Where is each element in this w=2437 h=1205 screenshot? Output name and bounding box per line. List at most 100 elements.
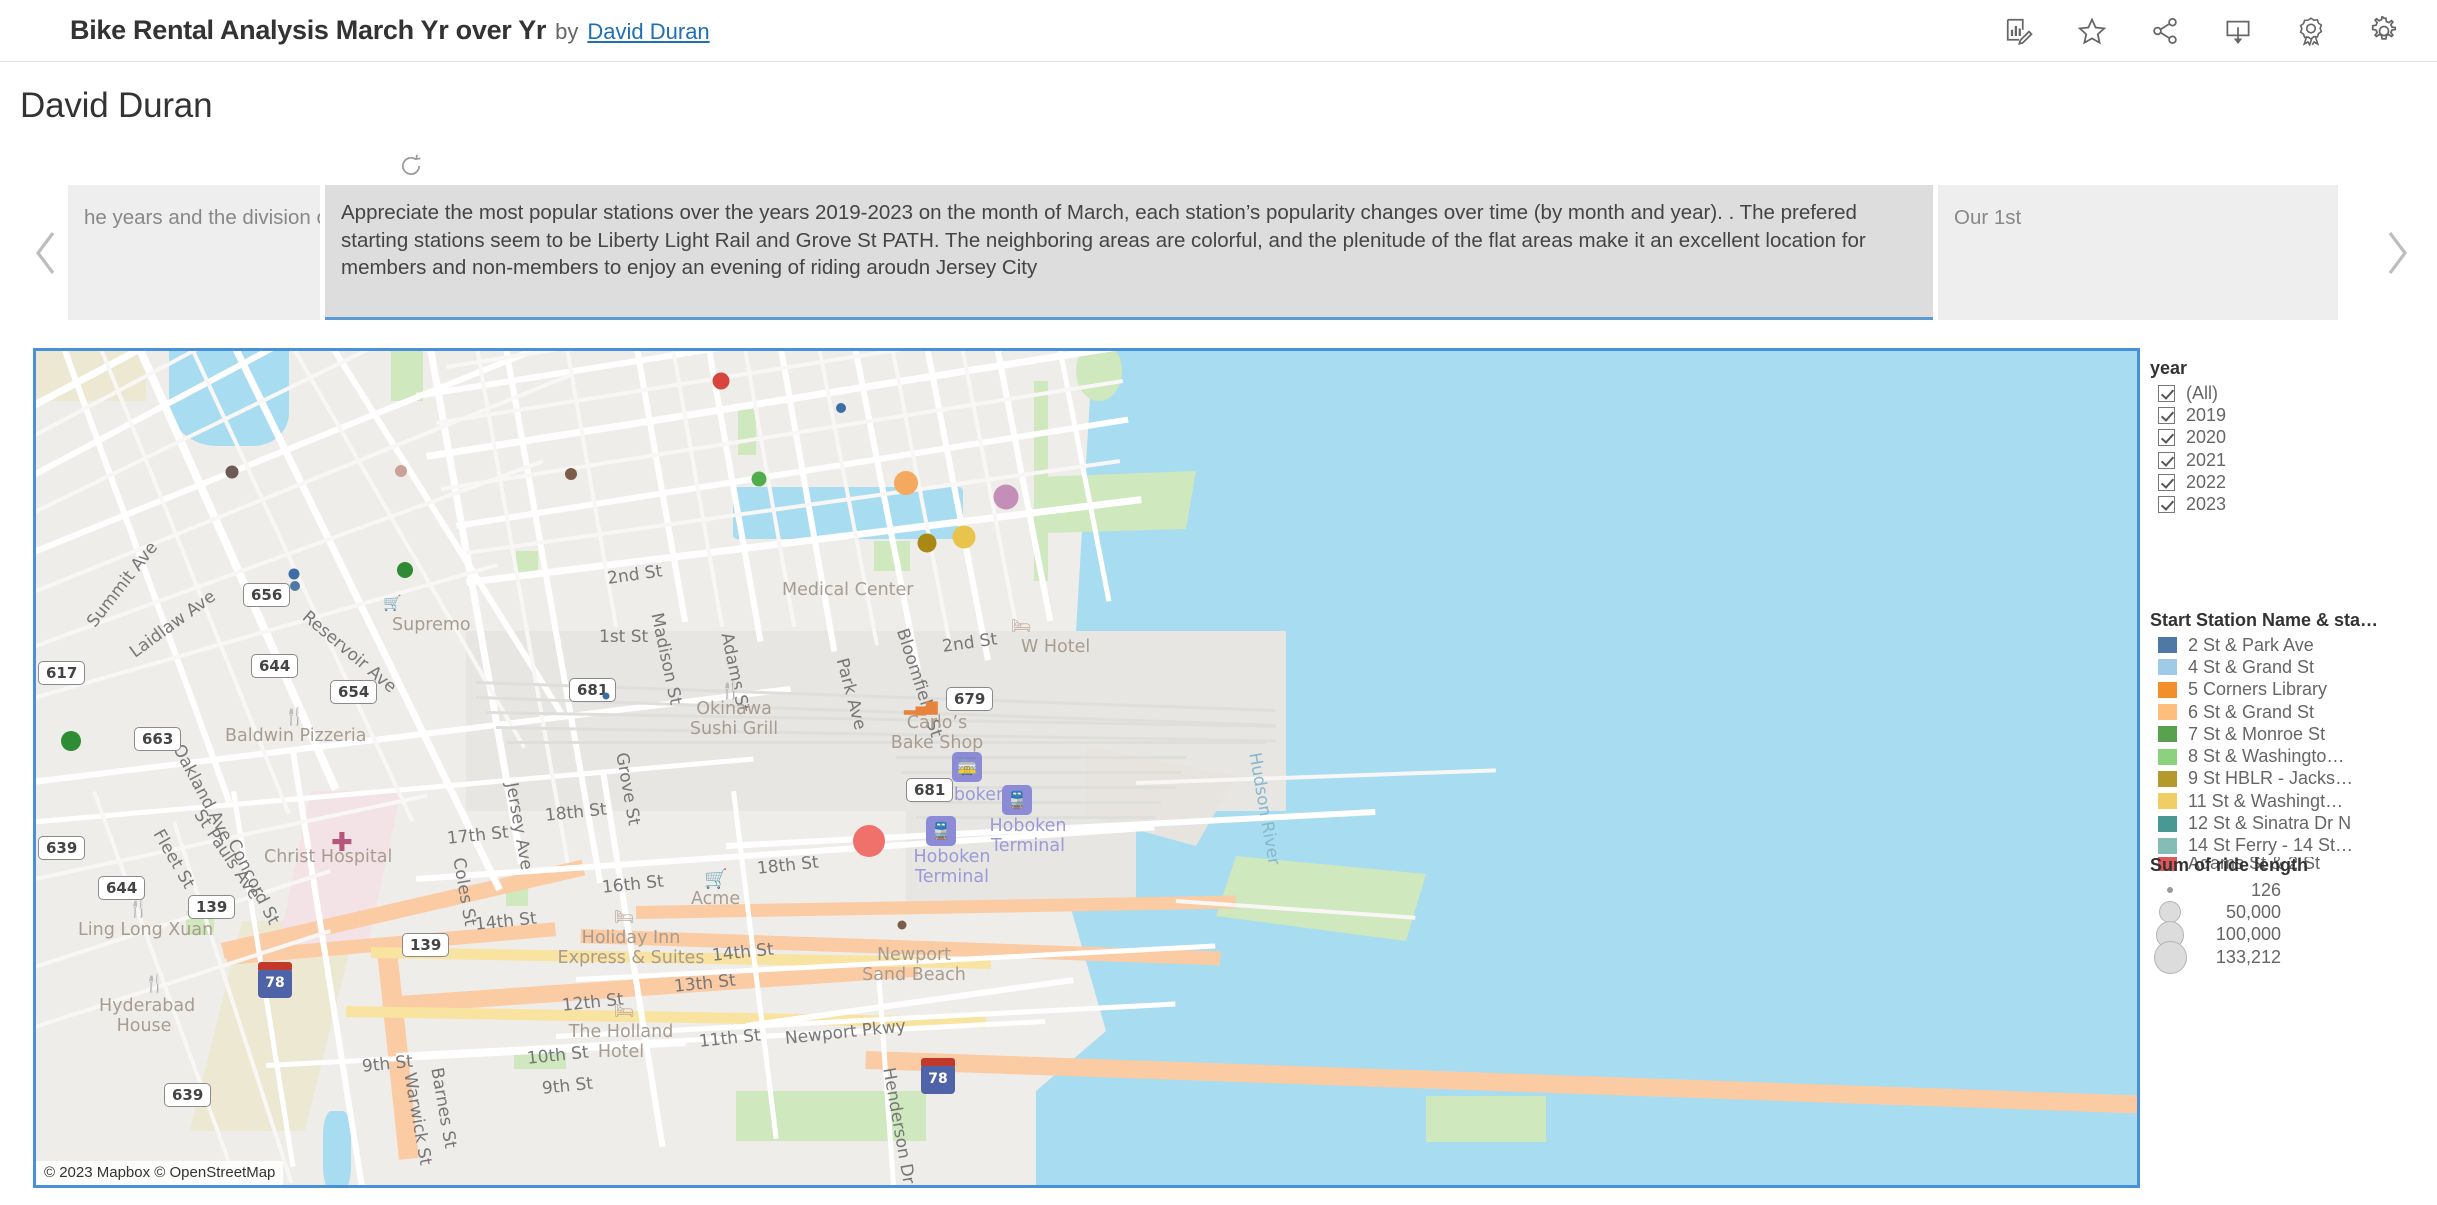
- rail-line-7: [901, 771, 1181, 774]
- route-shield: 679: [946, 687, 993, 711]
- story-prev-arrow[interactable]: [24, 225, 68, 281]
- route-shield: 644: [251, 654, 298, 678]
- station-legend-label: 9 St HBLR - Jacks…: [2188, 768, 2353, 789]
- poi-label: Medical Center: [782, 580, 914, 600]
- poi-label: W Hotel: [1021, 637, 1090, 657]
- author-link[interactable]: David Duran: [587, 19, 709, 45]
- station-legend-item[interactable]: 14 St Ferry - 14 St…: [2150, 835, 2378, 857]
- edit-chart-icon[interactable]: [2002, 14, 2036, 48]
- bakery-icon: ▂▄▆: [904, 697, 938, 715]
- color-swatch: [2158, 838, 2177, 854]
- story-point-active[interactable]: Appreciate the most popular stations ove…: [325, 185, 1933, 320]
- station-legend-label: 6 St & Grand St: [2188, 702, 2314, 723]
- route-shield: 617: [38, 661, 85, 685]
- checkbox-icon[interactable]: [2158, 385, 2175, 402]
- year-filter-label: 2021: [2186, 450, 2226, 471]
- size-legend-item: 126: [2150, 879, 2308, 901]
- download-icon[interactable]: [2221, 14, 2255, 48]
- map-mark[interactable]: [61, 731, 81, 751]
- map-mark[interactable]: [565, 468, 577, 480]
- year-filter-label: (All): [2186, 383, 2218, 404]
- station-legend-item[interactable]: 11 St & Washingt…: [2150, 790, 2378, 812]
- map-mark[interactable]: [752, 472, 767, 487]
- hotel-icon: 🛏: [614, 907, 634, 927]
- map-attribution: © 2023 Mapbox © OpenStreetMap: [36, 1161, 283, 1185]
- map-mark[interactable]: [289, 569, 300, 580]
- map-mark[interactable]: [603, 693, 610, 700]
- share-icon[interactable]: [2148, 14, 2182, 48]
- checkbox-icon[interactable]: [2158, 474, 2175, 491]
- map-mark[interactable]: [898, 921, 907, 930]
- map-canvas[interactable]: Summit Ave Laidlaw Ave Reservoir Ave Oak…: [36, 351, 2137, 1185]
- story-next-arrow[interactable]: [2375, 225, 2419, 281]
- restaurant-icon: 🍴: [128, 899, 149, 919]
- poi-label: Holiday Inn Express & Suites: [536, 928, 726, 968]
- checkbox-icon[interactable]: [2158, 496, 2175, 513]
- station-legend-item[interactable]: 5 Corners Library: [2150, 679, 2378, 701]
- map-visualization[interactable]: Summit Ave Laidlaw Ave Reservoir Ave Oak…: [33, 348, 2140, 1188]
- settings-gear-icon[interactable]: [2367, 14, 2401, 48]
- train-station-icon: 🚋: [952, 752, 982, 782]
- poi-label: Newport Sand Beach: [844, 945, 984, 985]
- station-legend-item[interactable]: 2 St & Park Ave: [2150, 634, 2378, 656]
- year-filter-item-2021[interactable]: 2021: [2150, 449, 2226, 471]
- year-filter-item-2019[interactable]: 2019: [2150, 404, 2226, 426]
- map-mark[interactable]: [713, 373, 730, 390]
- year-filter-item-all[interactable]: (All): [2150, 382, 2226, 404]
- color-swatch: [2158, 637, 2177, 653]
- map-mark[interactable]: [395, 465, 407, 477]
- size-legend-item: 133,212: [2150, 946, 2308, 968]
- shopping-cart-icon: 🛒: [704, 867, 728, 891]
- restart-story-icon[interactable]: [398, 153, 424, 179]
- route-shield: 681: [569, 678, 616, 702]
- award-badge-icon[interactable]: [2294, 14, 2328, 48]
- station-legend-item[interactable]: 4 St & Grand St: [2150, 656, 2378, 678]
- station-legend-item[interactable]: 9 St HBLR - Jacks…: [2150, 768, 2378, 790]
- year-filter-item-2022[interactable]: 2022: [2150, 471, 2226, 493]
- station-legend-label: 4 St & Grand St: [2188, 657, 2314, 678]
- checkbox-icon[interactable]: [2158, 429, 2175, 446]
- size-legend-group: Sum of ride length 126 50,000 100,000 13…: [2150, 855, 2308, 968]
- route-shield: 139: [188, 895, 235, 919]
- color-swatch: [2158, 659, 2177, 675]
- station-legend-label: 5 Corners Library: [2188, 679, 2327, 700]
- street-label: Fleet St: [149, 826, 199, 892]
- map-mark[interactable]: [894, 471, 918, 495]
- color-swatch: [2158, 816, 2177, 832]
- route-shield: 139: [402, 933, 449, 957]
- map-mark[interactable]: [397, 562, 413, 578]
- rail-line-6: [896, 756, 1186, 759]
- checkbox-icon[interactable]: [2158, 452, 2175, 469]
- street-label: Barnes St: [426, 1066, 460, 1150]
- station-legend-item[interactable]: 6 St & Grand St: [2150, 701, 2378, 723]
- poi-label: Hyderabad House: [99, 996, 189, 1036]
- restaurant-icon: 🍴: [144, 974, 165, 994]
- station-legend-label: 2 St & Park Ave: [2188, 635, 2314, 656]
- poi-label: Ling Long Xuan: [78, 920, 213, 940]
- train-station-icon: 🚆: [1002, 785, 1032, 815]
- story-point-next[interactable]: Our 1st: [1938, 185, 2338, 320]
- size-legend-label: 50,000: [2195, 902, 2281, 923]
- supremo-icon: 🛒: [383, 594, 402, 612]
- story-point-previous[interactable]: he years and the division of our: [68, 185, 320, 320]
- station-legend-label: 7 St & Monroe St: [2188, 724, 2325, 745]
- checkbox-icon[interactable]: [2158, 407, 2175, 424]
- map-mark[interactable]: [953, 526, 976, 549]
- station-legend-item[interactable]: 8 St & Washingto…: [2150, 745, 2378, 767]
- station-legend-item[interactable]: 12 St & Sinatra Dr N: [2150, 812, 2378, 834]
- map-mark[interactable]: [994, 485, 1019, 510]
- favorite-star-icon[interactable]: [2075, 14, 2109, 48]
- train-station-icon: 🚆: [926, 816, 956, 846]
- map-mark[interactable]: [836, 403, 846, 413]
- poi-label: Carlo’s Bake Shop: [882, 713, 992, 753]
- map-mark[interactable]: [226, 466, 239, 479]
- legend-panel: year (All) 2019 2020 2021 2022 2023 Star…: [2150, 348, 2437, 1188]
- year-filter-item-2020[interactable]: 2020: [2150, 427, 2226, 449]
- map-mark[interactable]: [918, 534, 937, 553]
- workbook-title-group: Bike Rental Analysis March Yr over Yr by…: [70, 15, 710, 46]
- story-point-active-text: Appreciate the most popular stations ove…: [325, 185, 1933, 282]
- map-mark[interactable]: [290, 581, 300, 591]
- map-mark[interactable]: [853, 825, 885, 857]
- year-filter-item-2023[interactable]: 2023: [2150, 493, 2226, 515]
- station-legend-item[interactable]: 7 St & Monroe St: [2150, 723, 2378, 745]
